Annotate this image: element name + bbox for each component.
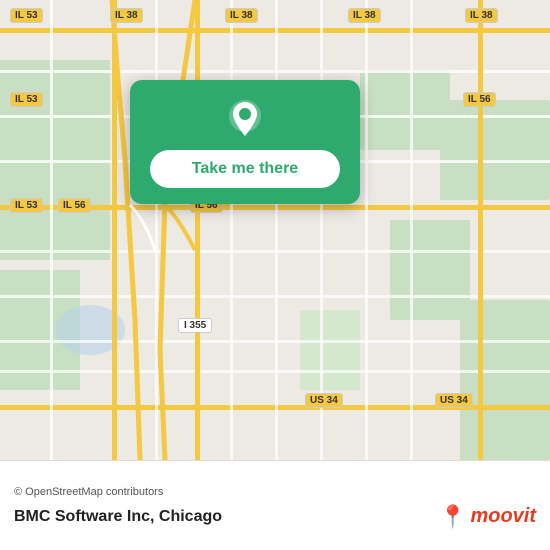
location-pin-icon — [224, 98, 266, 140]
road-label-il38-3: IL 38 — [348, 8, 381, 23]
map-view: IL 53 IL 38 IL 38 IL 38 IL 38 IL 53 IL 5… — [0, 0, 550, 460]
road-label-il53-1: IL 53 — [10, 8, 43, 23]
road-label-il56-right: IL 56 — [463, 92, 496, 107]
take-me-there-button[interactable]: Take me there — [150, 150, 340, 188]
moovit-pin-icon: 📍 — [439, 504, 466, 530]
road-label-il38-2: IL 38 — [225, 8, 258, 23]
road-label-i355-2: I 355 — [178, 318, 212, 333]
osm-attribution: © OpenStreetMap contributors — [14, 486, 536, 498]
road-label-il38-1: IL 38 — [110, 8, 143, 23]
bottom-info-row: BMC Software Inc, Chicago 📍 moovit — [14, 504, 536, 530]
moovit-logo: 📍 moovit — [439, 504, 536, 530]
road-label-il53-3: IL 53 — [10, 198, 43, 213]
road-label-il53-2: IL 53 — [10, 92, 43, 107]
location-name: BMC Software Inc, Chicago — [14, 508, 222, 526]
road-label-us34-1: US 34 — [305, 393, 343, 408]
road-label-us34-2: US 34 — [435, 393, 473, 408]
road-label-il38-4: IL 38 — [465, 8, 498, 23]
bottom-info-bar: © OpenStreetMap contributors BMC Softwar… — [0, 460, 550, 550]
moovit-brand-text: moovit — [470, 505, 536, 528]
road-label-il56-1: IL 56 — [58, 198, 91, 213]
location-popup: Take me there — [130, 80, 360, 204]
